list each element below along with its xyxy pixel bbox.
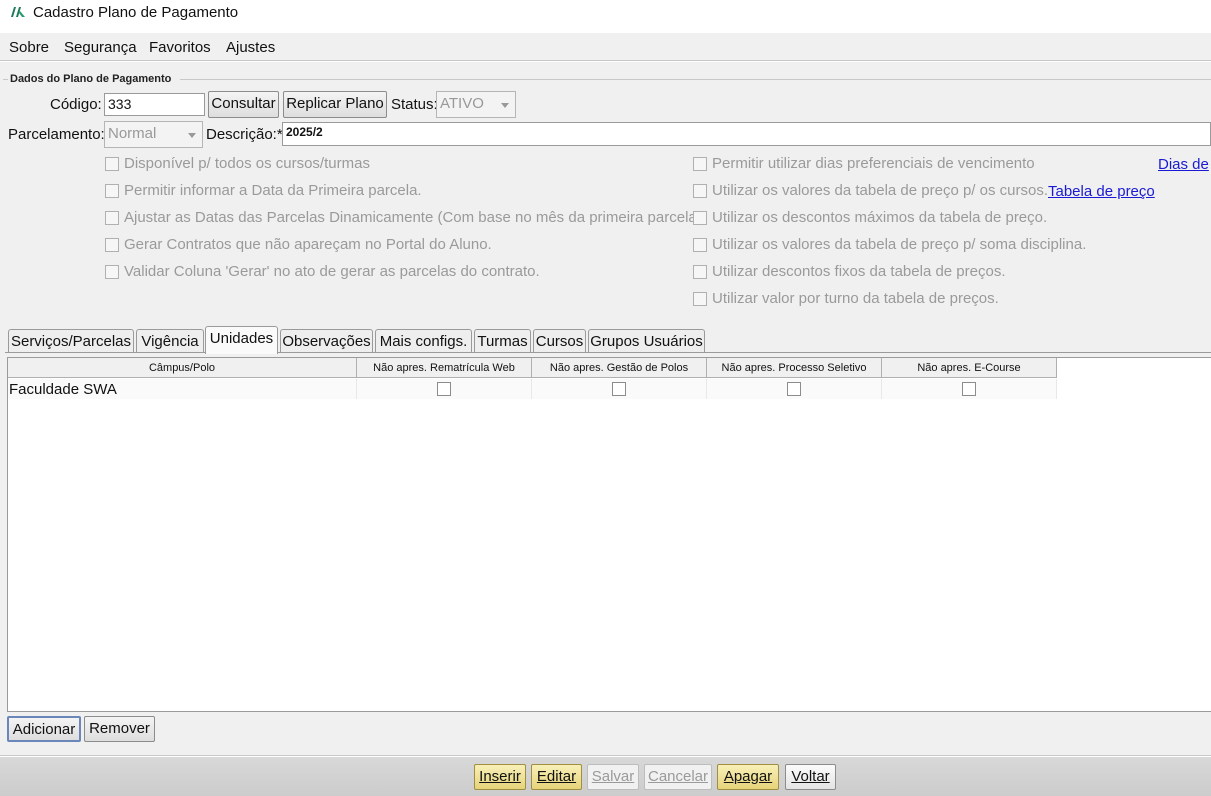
column-header-processo-seletivo[interactable]: Não apres. Processo Seletivo bbox=[707, 358, 882, 378]
checkbox[interactable] bbox=[693, 265, 707, 279]
checkbox[interactable] bbox=[105, 211, 119, 225]
tab-mais-configs[interactable]: Mais configs. bbox=[375, 329, 472, 353]
voltar-button[interactable]: Voltar bbox=[785, 764, 836, 790]
table-cell bbox=[882, 379, 1057, 399]
parcelamento-value: Normal bbox=[108, 125, 157, 142]
checkbox[interactable] bbox=[105, 238, 119, 252]
campus-cell[interactable]: Faculdade SWA bbox=[9, 381, 117, 398]
cancelar-label: Cancelar bbox=[647, 768, 709, 785]
checkbox[interactable] bbox=[693, 211, 707, 225]
app-logo-icon bbox=[11, 7, 25, 17]
apagar-button[interactable]: Apagar bbox=[717, 764, 779, 790]
group-border bbox=[3, 79, 8, 80]
tab-observacoes[interactable]: Observações bbox=[280, 329, 373, 353]
option-label: Disponível p/ todos os cursos/turmas bbox=[124, 155, 370, 172]
processo-seletivo-checkbox[interactable] bbox=[787, 382, 801, 396]
dias-link[interactable]: Dias de bbox=[1158, 156, 1209, 173]
descricao-input[interactable]: 2025/2 bbox=[282, 122, 1211, 146]
chevron-down-icon bbox=[188, 133, 196, 138]
checkbox[interactable] bbox=[693, 157, 707, 171]
group-border bbox=[180, 79, 1211, 80]
unidades-table: Câmpus/Polo Não apres. Rematrícula Web N… bbox=[7, 357, 1211, 712]
column-header-campus[interactable]: Câmpus/Polo bbox=[8, 358, 357, 378]
option-label: Utilizar descontos fixos da tabela de pr… bbox=[712, 263, 1006, 280]
column-header-ecourse[interactable]: Não apres. E-Course bbox=[882, 358, 1057, 378]
tab-servicos-parcelas[interactable]: Serviços/Parcelas bbox=[8, 329, 134, 353]
voltar-label: Voltar bbox=[791, 768, 830, 785]
table-cell bbox=[707, 379, 882, 399]
tabela-preco-link[interactable]: Tabela de preço bbox=[1048, 183, 1155, 200]
tab-cursos[interactable]: Cursos bbox=[533, 329, 586, 353]
parcelamento-label: Parcelamento: bbox=[8, 126, 105, 143]
status-value: ATIVO bbox=[440, 95, 484, 112]
cancelar-button[interactable]: Cancelar bbox=[644, 764, 712, 790]
inserir-label: Inserir bbox=[479, 768, 521, 785]
option-label: Ajustar as Datas das Parcelas Dinamicame… bbox=[124, 209, 702, 226]
option-label: Gerar Contratos que não apareçam no Port… bbox=[124, 236, 492, 253]
tab-content-border bbox=[5, 352, 1211, 353]
replicar-plano-button[interactable]: Replicar Plano bbox=[283, 91, 387, 118]
option-label: Utilizar valor por turno da tabela de pr… bbox=[712, 290, 999, 307]
column-header-gestao-polos[interactable]: Não apres. Gestão de Polos bbox=[532, 358, 707, 378]
replicar-plano-label: Replicar Plano bbox=[286, 95, 384, 112]
tab-unidades[interactable]: Unidades bbox=[205, 326, 278, 354]
codigo-label: Código: bbox=[50, 96, 102, 113]
editar-label: Editar bbox=[536, 768, 577, 785]
gestao-polos-checkbox[interactable] bbox=[612, 382, 626, 396]
adicionar-label: Adicionar bbox=[12, 721, 76, 738]
menu-ajustes[interactable]: Ajustes bbox=[226, 39, 275, 56]
salvar-button[interactable]: Salvar bbox=[587, 764, 639, 790]
checkbox[interactable] bbox=[105, 157, 119, 171]
footer-toolbar: Inserir Editar Salvar Cancelar Apagar Vo… bbox=[0, 757, 1211, 796]
parcelamento-select[interactable]: Normal bbox=[104, 121, 203, 148]
option-label: Validar Coluna 'Gerar' no ato de gerar a… bbox=[124, 263, 540, 280]
salvar-label: Salvar bbox=[591, 768, 635, 785]
checkbox[interactable] bbox=[693, 184, 707, 198]
consultar-button[interactable]: Consultar bbox=[208, 91, 279, 118]
apagar-label: Apagar bbox=[723, 768, 773, 785]
menu-favoritos[interactable]: Favoritos bbox=[149, 39, 211, 56]
descricao-label: Descrição:* bbox=[206, 126, 283, 143]
checkbox[interactable] bbox=[105, 265, 119, 279]
column-header-rematricula[interactable]: Não apres. Rematrícula Web bbox=[357, 358, 532, 378]
title-bar: Cadastro Plano de Pagamento bbox=[0, 0, 1211, 26]
remover-label: Remover bbox=[89, 720, 150, 737]
status-label: Status: bbox=[391, 96, 438, 113]
menu-seguranca[interactable]: Segurança bbox=[64, 39, 137, 56]
tab-turmas[interactable]: Turmas bbox=[474, 329, 531, 353]
group-title: Dados do Plano de Pagamento bbox=[10, 73, 172, 85]
inserir-button[interactable]: Inserir bbox=[474, 764, 526, 790]
option-label: Utilizar os descontos máximos da tabela … bbox=[712, 209, 1048, 226]
status-select[interactable]: ATIVO bbox=[436, 91, 516, 118]
option-label: Utilizar os valores da tabela de preço p… bbox=[712, 236, 1087, 253]
chevron-down-icon bbox=[501, 103, 509, 108]
menu-bar: Sobre Segurança Favoritos Ajustes bbox=[0, 33, 1211, 61]
adicionar-button[interactable]: Adicionar bbox=[7, 716, 81, 742]
table-cell bbox=[532, 379, 707, 399]
codigo-input[interactable]: 333 bbox=[104, 93, 205, 116]
remover-button[interactable]: Remover bbox=[84, 716, 155, 742]
divider bbox=[0, 746, 1211, 756]
checkbox[interactable] bbox=[693, 292, 707, 306]
rematricula-checkbox[interactable] bbox=[437, 382, 451, 396]
consultar-label: Consultar bbox=[211, 95, 276, 112]
tab-vigencia[interactable]: Vigência bbox=[136, 329, 204, 353]
checkbox[interactable] bbox=[105, 184, 119, 198]
checkbox[interactable] bbox=[693, 238, 707, 252]
ecourse-checkbox[interactable] bbox=[962, 382, 976, 396]
window-title: Cadastro Plano de Pagamento bbox=[33, 4, 239, 21]
editar-button[interactable]: Editar bbox=[531, 764, 582, 790]
tab-grupos-usuarios[interactable]: Grupos Usuários bbox=[588, 329, 705, 353]
menu-sobre[interactable]: Sobre bbox=[9, 39, 49, 56]
option-label: Permitir utilizar dias preferenciais de … bbox=[712, 155, 1035, 172]
option-label: Permitir informar a Data da Primeira par… bbox=[124, 182, 422, 199]
table-cell bbox=[357, 379, 532, 399]
option-label: Utilizar os valores da tabela de preço p… bbox=[712, 182, 1048, 199]
